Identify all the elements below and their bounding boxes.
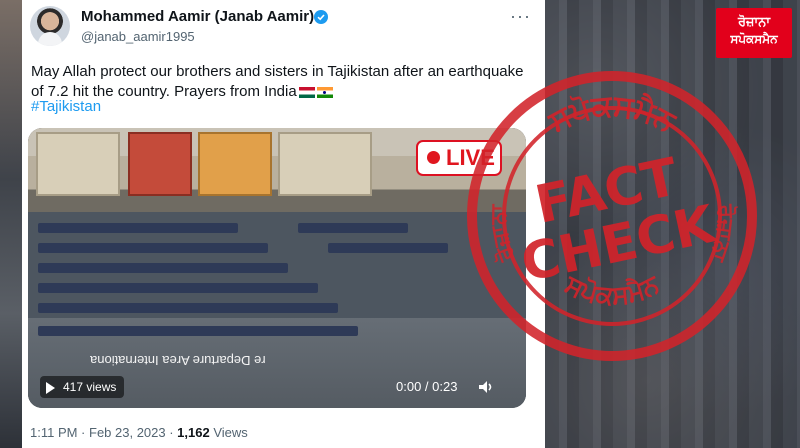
seat-row [298, 223, 408, 233]
tweet-body: May Allah protect our brothers and siste… [31, 63, 524, 100]
background-left-strip [0, 0, 22, 448]
video-views-counter[interactable]: 417 views [40, 376, 125, 398]
views-label: Views [209, 425, 248, 440]
tweet-text: May Allah protect our brothers and siste… [31, 62, 536, 102]
stamp-top-text: ਸਪੋਕਸਮੈਨ [542, 88, 682, 140]
seat-row [38, 243, 268, 253]
video-player[interactable]: LIVE re Departure Area Internationa 417 … [28, 128, 526, 408]
fact-check-stamp: ਸਪੋਕਸਮੈਨ ਸਪੋਕਸਮੈਨ ਰੋਜ਼ਾਨਾ ਰੋਜ਼ਾਨਾ FACT C… [467, 71, 757, 361]
shop-front [36, 132, 120, 196]
rozana-spokesman-logo: ਰੋਜ਼ਾਨਾ ਸਪੋਕਸਮੈਨ [716, 8, 792, 58]
live-dot-icon [427, 151, 440, 164]
display-name[interactable]: Mohammed Aamir (Janab Aamir) [81, 8, 314, 25]
seat-row [328, 243, 448, 253]
video-views-label: 417 views [63, 380, 117, 394]
play-icon[interactable] [46, 381, 55, 394]
seat-row [38, 223, 238, 233]
video-time: 0:00 / 0:23 [396, 379, 458, 394]
volume-icon[interactable] [476, 377, 496, 397]
tajikistan-flag-icon [298, 86, 315, 98]
tweet-meta: 1:11 PM · Feb 23, 2023 · 1,162 Views [30, 425, 248, 440]
stamp-left-text: ਰੋਜ਼ਾਨਾ [486, 203, 520, 266]
avatar[interactable] [30, 6, 70, 46]
video-caption: re Departure Area Internationa [90, 353, 266, 368]
shop-front [278, 132, 372, 196]
seat-row [38, 326, 358, 336]
more-options-icon[interactable]: ··· [510, 6, 531, 27]
seat-row [38, 283, 318, 293]
verified-badge-icon [314, 10, 328, 24]
user-handle[interactable]: @janab_aamir1995 [81, 29, 195, 44]
logo-line-1: ਰੋਜ਼ਾਨਾ [737, 14, 771, 29]
shop-front [198, 132, 272, 196]
view-count: 1,162 [177, 425, 210, 440]
tweet-timestamp[interactable]: 1:11 PM · Feb 23, 2023 · [30, 425, 177, 440]
seat-row [38, 303, 338, 313]
hashtag-link[interactable]: #Tajikistan [31, 98, 101, 115]
shop-front [128, 132, 192, 196]
seat-row [38, 263, 288, 273]
logo-line-2: ਸਪੋਕਸਮੈਨ [730, 32, 778, 46]
india-flag-icon [316, 86, 333, 98]
